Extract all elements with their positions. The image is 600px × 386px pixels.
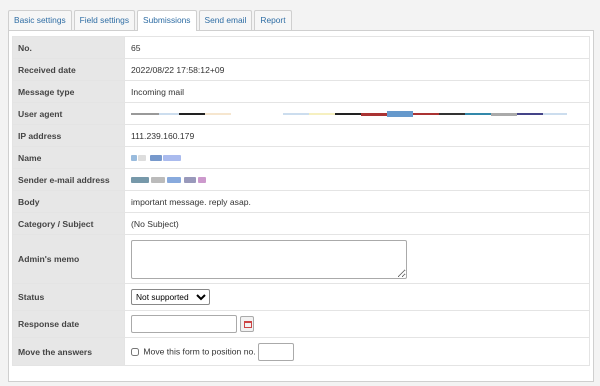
move-cell: Move this form to position no. [124, 337, 590, 366]
row-label: Sender e-mail address [12, 168, 125, 191]
table-row: No. 65 [12, 36, 590, 59]
row-label: Response date [12, 310, 125, 338]
table-row: Body important message. reply asap. [12, 190, 590, 213]
row-label: Admin's memo [12, 234, 125, 284]
table-row: Received date 2022/08/22 17:58:12+09 [12, 58, 590, 81]
row-label: Move the answers [12, 337, 125, 366]
response-cell [124, 310, 590, 338]
table-row: Response date [12, 310, 590, 338]
table-row: User agent [12, 102, 590, 125]
move-form-checkbox[interactable] [131, 347, 139, 356]
category-subject: (No Subject) [124, 212, 590, 235]
tab-basic-settings[interactable]: Basic settings [8, 10, 72, 30]
position-number-input[interactable] [258, 342, 295, 361]
table-row: Sender e-mail address [12, 168, 590, 191]
row-label: Message type [12, 80, 125, 103]
table-row: Status Not supported [12, 283, 590, 311]
message-type: Incoming mail [124, 80, 590, 103]
row-label: No. [12, 36, 125, 59]
row-label: IP address [12, 124, 125, 147]
memo-cell [124, 234, 590, 284]
calendar-button[interactable] [240, 316, 255, 332]
response-date-input[interactable] [131, 315, 237, 333]
tab-bar: Basic settings Field settings Submission… [8, 10, 594, 31]
received-date: 2022/08/22 17:58:12+09 [124, 58, 590, 81]
table-row: Admin's memo [12, 234, 590, 284]
row-label: User agent [12, 102, 125, 125]
sender-email-redacted [124, 168, 590, 191]
name-redacted [124, 146, 590, 169]
user-agent-redacted [124, 102, 590, 125]
message-body: important message. reply asap. [124, 190, 590, 213]
move-form-label: Move this form to position no. [143, 345, 256, 356]
tab-report[interactable]: Report [254, 10, 292, 30]
status-select[interactable]: Not supported [131, 289, 210, 305]
table-row: IP address 111.239.160.179 [12, 124, 590, 147]
status-cell: Not supported [124, 283, 590, 311]
form-window: Basic settings Field settings Submission… [8, 10, 594, 382]
row-label: Received date [12, 58, 125, 81]
tab-send-email[interactable]: Send email [198, 10, 253, 30]
row-label: Name [12, 146, 125, 169]
table-row: Move the answers Move this form to posit… [12, 337, 590, 366]
row-label: Category / Subject [12, 212, 125, 235]
admin-memo-textarea[interactable] [131, 239, 407, 279]
tab-field-settings[interactable]: Field settings [73, 10, 136, 30]
submission-table: No. 65 Received date 2022/08/22 17:58:12… [12, 36, 590, 366]
row-label: Status [12, 283, 125, 311]
submission-number: 65 [124, 36, 590, 59]
tab-submissions[interactable]: Submissions [137, 10, 197, 31]
ip-address: 111.239.160.179 [124, 124, 590, 147]
submission-panel: No. 65 Received date 2022/08/22 17:58:12… [8, 30, 594, 382]
table-row: Message type Incoming mail [12, 80, 590, 103]
table-row: Category / Subject (No Subject) [12, 212, 590, 235]
table-row: Name [12, 146, 590, 169]
calendar-icon [244, 321, 253, 328]
row-label: Body [12, 190, 125, 213]
